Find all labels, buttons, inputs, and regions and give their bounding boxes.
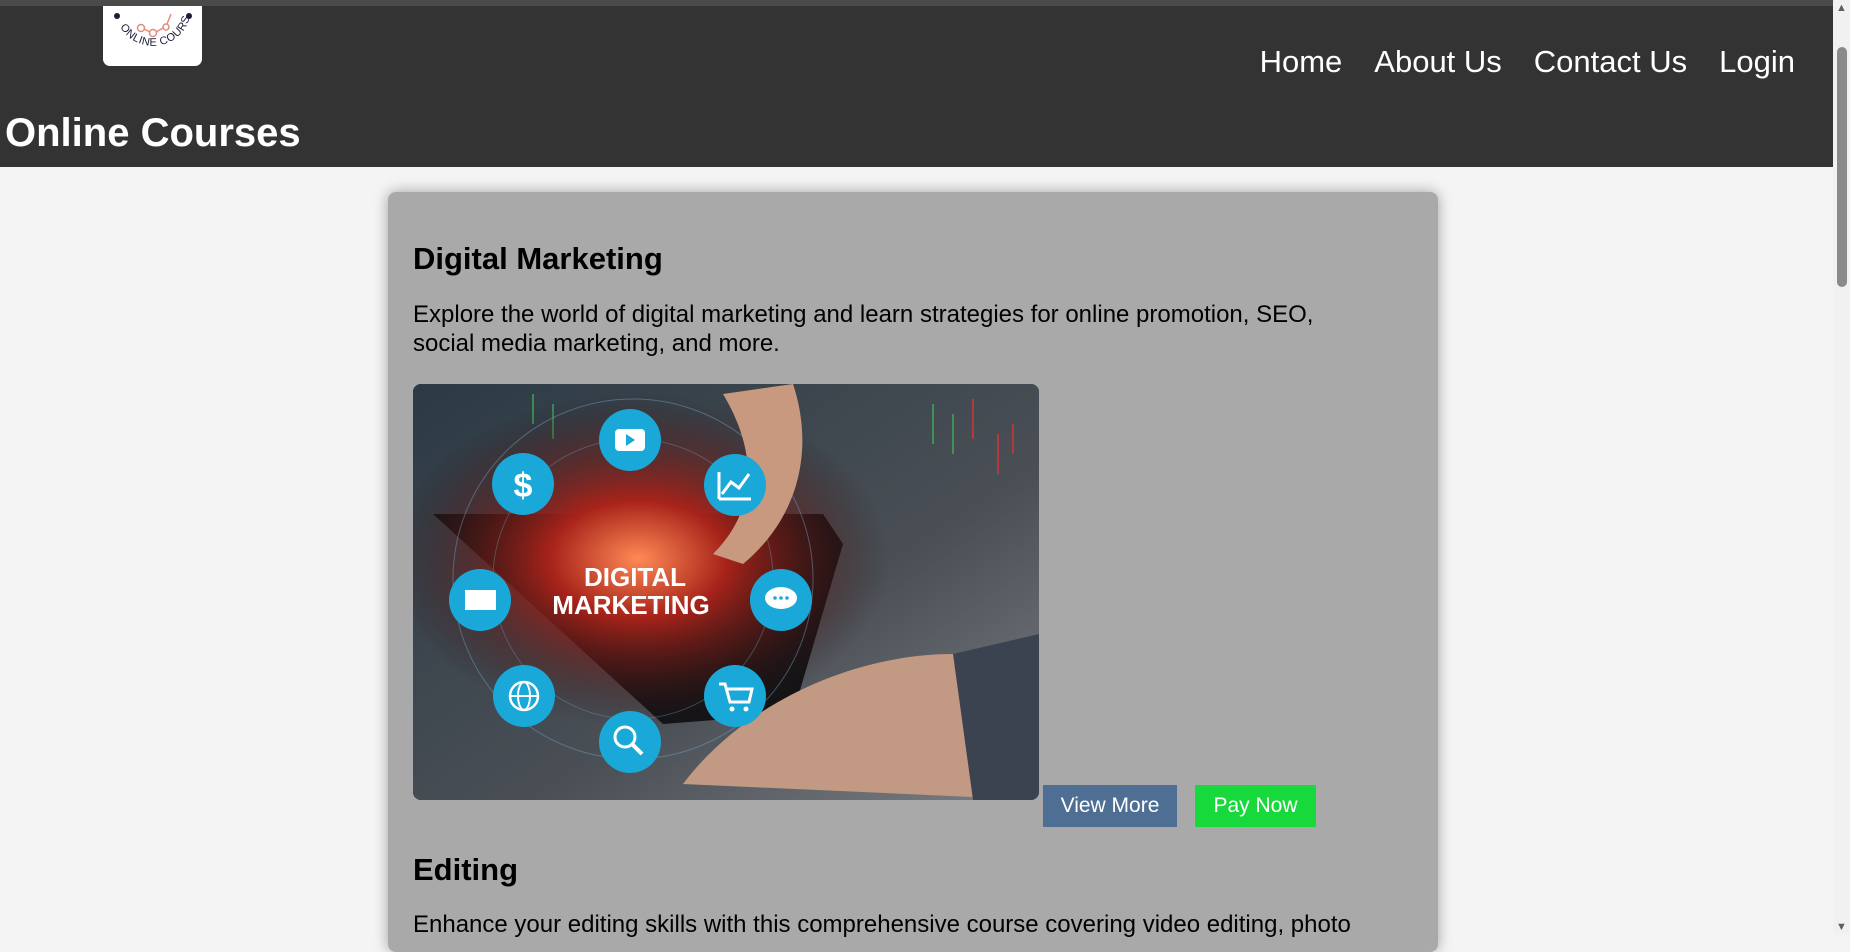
search-icon	[599, 711, 661, 773]
play-icon	[599, 409, 661, 471]
globe-icon	[493, 665, 555, 727]
digital-marketing-illustration: DIGITAL MARKETING $	[413, 384, 1039, 800]
nav-about-us[interactable]: About Us	[1374, 40, 1502, 84]
nav-contact-us[interactable]: Contact Us	[1534, 40, 1687, 84]
vertical-scrollbar[interactable]: ▲ ▼	[1833, 0, 1850, 935]
course-title: Digital Marketing	[413, 241, 663, 276]
course-card: Digital Marketing Explore the world of d…	[388, 192, 1438, 952]
site-logo[interactable]: ONLINE COURSE	[103, 6, 202, 66]
view-more-button[interactable]: View More	[1043, 785, 1177, 827]
scroll-down-icon[interactable]: ▼	[1836, 921, 1847, 933]
course-description: Explore the world of digital marketing a…	[413, 301, 1314, 357]
scroll-thumb[interactable]	[1837, 47, 1847, 287]
main-nav: Home About Us Contact Us Login	[1260, 40, 1795, 84]
course-image-digital-marketing: DIGITAL MARKETING $	[413, 384, 1039, 800]
chat-icon	[750, 569, 812, 631]
nav-login[interactable]: Login	[1719, 40, 1795, 84]
chart-icon	[704, 454, 766, 516]
site-title: Online Courses	[5, 111, 301, 155]
cart-icon	[704, 665, 766, 727]
image-text-line2: MARKETING	[552, 590, 709, 620]
pay-now-button[interactable]: Pay Now	[1195, 785, 1316, 827]
nav-home[interactable]: Home	[1260, 40, 1343, 84]
scroll-up-icon[interactable]: ▲	[1836, 2, 1847, 14]
svg-text:$: $	[514, 467, 533, 505]
mail-icon	[449, 569, 511, 631]
logo-text: ONLINE COURSE	[103, 6, 193, 49]
site-header: ONLINE COURSE Home About Us Contact Us L…	[0, 6, 1833, 167]
course-title: Editing	[413, 852, 519, 887]
logo-graphic: ONLINE COURSE	[103, 6, 193, 49]
dollar-icon: $	[492, 453, 554, 515]
image-text-line1: DIGITAL	[584, 562, 686, 592]
